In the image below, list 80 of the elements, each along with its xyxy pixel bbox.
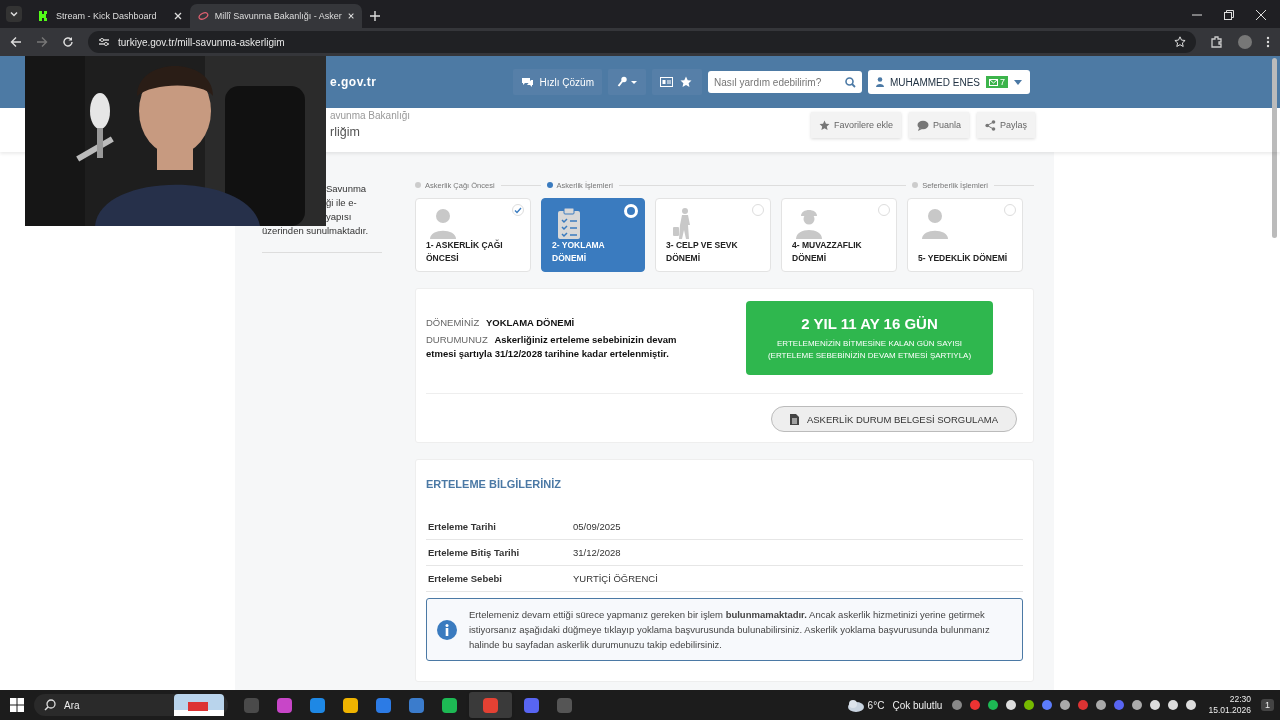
search-label: Ara: [64, 699, 80, 711]
reload-icon[interactable]: [62, 36, 74, 48]
step-card[interactable]: 2- YOKLAMA DÖNEMİ: [541, 198, 645, 272]
row-value: 05/09/2025: [573, 521, 621, 532]
document-query-button[interactable]: ASKERLİK DURUM BELGESİ SORGULAMA: [770, 406, 1017, 432]
new-tab-icon[interactable]: [370, 11, 380, 21]
clock[interactable]: 22:30 15.01.2026: [1208, 694, 1251, 716]
user-menu-button[interactable]: MUHAMMED ENES 7: [867, 70, 1030, 94]
search-icon: [44, 699, 56, 711]
weather-text[interactable]: 6°C: [867, 699, 885, 711]
close-icon[interactable]: [1256, 10, 1266, 20]
page-action-button[interactable]: Puanla: [908, 112, 969, 138]
bookmark-star-icon[interactable]: [1174, 36, 1186, 48]
back-icon[interactable]: [10, 36, 22, 48]
search-icon[interactable]: [844, 77, 856, 88]
sidebar-text: Savunma: [326, 182, 367, 196]
quick-solution-button[interactable]: Hızlı Çözüm: [512, 69, 602, 95]
step-card[interactable]: 4- MUVAZZAFLIK DÖNEMİ: [781, 198, 897, 272]
soldier-icon: [794, 207, 824, 239]
page-action-button[interactable]: Favorilere ekle: [810, 112, 901, 138]
step-radio-icon: [752, 204, 764, 216]
share-icon: [985, 119, 996, 131]
restore-icon[interactable]: [1224, 10, 1234, 20]
address-bar[interactable]: turkiye.gov.tr/mill-savunma-askerligim: [88, 31, 1196, 53]
row-label: Erteleme Tarihi: [428, 521, 497, 532]
search-field[interactable]: Nasıl yardım edebilirim?: [707, 71, 862, 93]
document-icon: [789, 413, 799, 425]
link-icon: [198, 10, 209, 22]
person-icon: [920, 207, 950, 239]
extensions-icon[interactable]: [1210, 35, 1224, 49]
caret-icon: [1014, 79, 1022, 85]
taskbar-search[interactable]: Ara: [34, 694, 228, 716]
user-icon: [875, 77, 884, 87]
info-icon: [437, 619, 457, 640]
mail-icon: [989, 78, 998, 86]
k-logo-icon: [38, 10, 50, 22]
cloud-icon[interactable]: [845, 698, 864, 712]
speech-bubble-icon: [916, 119, 929, 131]
notification-badge[interactable]: 1: [1261, 699, 1274, 711]
remaining-time: 2 YIL 11 AY 16 GÜN: [801, 314, 938, 332]
site-settings-icon[interactable]: [98, 36, 110, 48]
row-value: YURTİÇİ ÖĞRENCİ: [573, 573, 658, 584]
menu-icon[interactable]: [1266, 36, 1270, 48]
close-icon[interactable]: [347, 12, 354, 20]
person-icon: [428, 207, 458, 239]
section-title: ERTELEME BİLGİLERİNİZ: [426, 478, 562, 490]
step-card[interactable]: 3- CELP VE SEVK DÖNEMİ: [655, 198, 771, 272]
row-label: Erteleme Bitiş Tarihi: [428, 547, 521, 558]
step-radio-icon: [1004, 204, 1016, 216]
step-radio-icon: [878, 204, 890, 216]
step-card[interactable]: 1- ASKERLİK ÇAĞI ÖNCESİ: [415, 198, 531, 272]
tab-list-button[interactable]: [6, 6, 22, 22]
chat-icon: [520, 76, 534, 88]
browser-tab[interactable]: Stream - Kick Dashboard: [30, 4, 190, 28]
profile-avatar-icon[interactable]: [1238, 35, 1252, 49]
caret-icon: [9, 9, 19, 19]
row-value: 31/12/2028: [573, 547, 621, 558]
step-radio-icon: [624, 204, 638, 218]
mail-count: 7: [1000, 77, 1005, 87]
step-radio-icon: [512, 204, 524, 216]
forward-icon[interactable]: [36, 36, 48, 48]
period-text: DÖNEMİNİZ YOKLAMA DÖNEMİ: [426, 315, 576, 330]
sidebar-text: ği ile e-: [326, 196, 357, 210]
close-icon[interactable]: [174, 12, 182, 20]
status-text: DURUMUNUZ Askerliğiniz erteleme sebebinizin devam etmesi şartıyla 31/12/2028 tarihine kadar ertelenmiştir.: [426, 333, 678, 361]
page-title: rliğim: [330, 125, 361, 139]
star-icon: [818, 119, 830, 131]
row-label: Erteleme Sebebi: [428, 573, 503, 584]
remaining-caption: ERTELEMENİZİN BİTMESİNE KALAN GÜN SAYISI: [776, 337, 963, 350]
start-icon[interactable]: [10, 698, 24, 712]
info-text: Ertelemeniz devam ettiği sürece yapmanız gereken bir işlem bulunmamaktadır. Ancak askerlik hizmetinizi yerine getirmek istiyorsanız aşağıdaki düğmeye tıklayıp yoklama başvurusunda bulunabilirsiniz. Askerlik yoklama başvurusunda bulunmanız halinde bu sayfadan askerlik durumunuzu takip edebilirsiniz.: [469, 608, 991, 652]
site-logo[interactable]: e.gov.tr: [330, 75, 377, 89]
weather-text[interactable]: Çok bulutlu: [892, 699, 943, 711]
page-action-button[interactable]: Paylaş: [977, 112, 1035, 138]
remaining-note: (ERTELEME SEBEBİNİZİN DEVAM ETMESİ ŞARTIYLA): [767, 349, 972, 362]
browser-tab[interactable]: Millî Savunma Bakanlığı - Asker: [190, 4, 362, 28]
sidebar-text: yapısı: [326, 210, 352, 224]
key-menu-icon[interactable]: [607, 69, 646, 95]
sidebar-text: üzerinden sunulmaktadır.: [262, 224, 369, 238]
step-card[interactable]: 5- YEDEKLİK DÖNEMİ: [907, 198, 1023, 272]
